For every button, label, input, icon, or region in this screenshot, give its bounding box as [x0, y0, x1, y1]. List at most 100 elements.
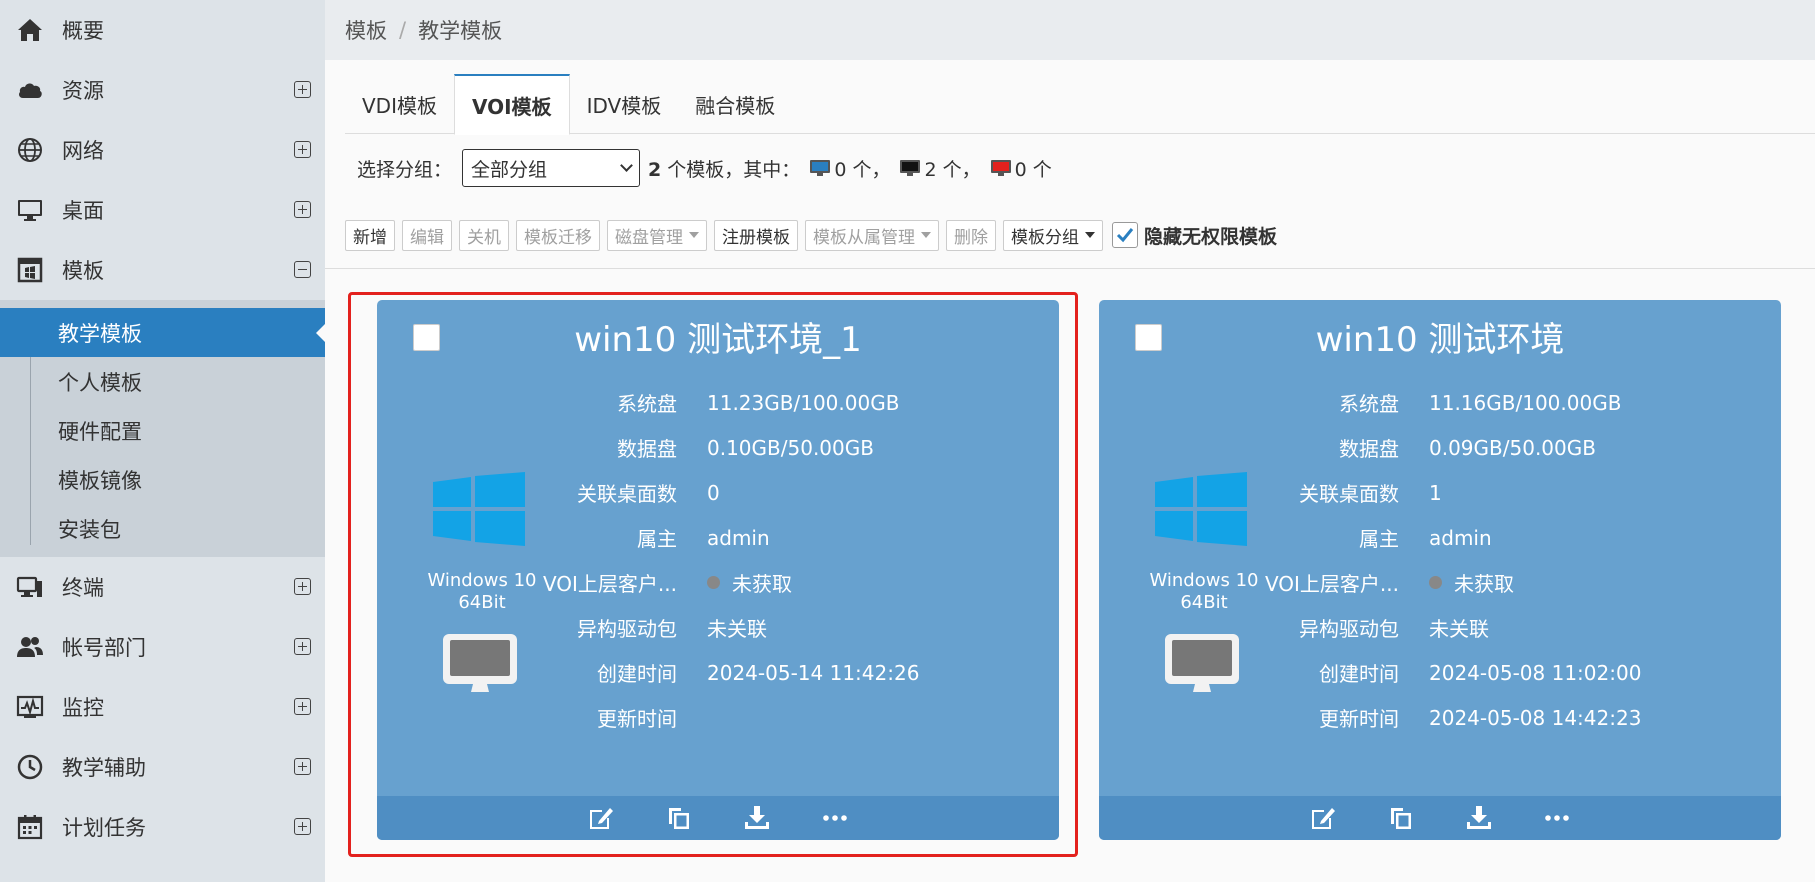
monitor-chart-icon	[14, 691, 46, 723]
sidebar: 概要 资源 网络 桌面 模板 教学模板 个人模板 硬件配置 模板镜像 安装包 终…	[0, 0, 325, 882]
info-row: 系统盘 11.23GB/100.00GB	[527, 380, 899, 425]
info-row: 系统盘 11.16GB/100.00GB	[1249, 380, 1621, 425]
download-icon[interactable]	[743, 804, 771, 832]
home-icon	[14, 14, 46, 46]
sidebar-item-network[interactable]: 网络	[0, 120, 325, 180]
group-filter: 选择分组： 全部分组 2 个模板，其中： 0 个， 2 个， 0 个	[357, 149, 1052, 187]
sidebar-item-label: 网络	[62, 139, 104, 163]
tab-fusion[interactable]: 融合模板	[678, 74, 792, 134]
users-icon	[14, 631, 46, 663]
sidebar-item-teaching-assist[interactable]: 教学辅助	[0, 737, 325, 797]
updated-label: 更新时间	[1319, 707, 1399, 731]
template-tabs: VDI模板 VOI模板 IDV模板 融合模板	[345, 74, 1815, 135]
created-value: 2024-05-14 11:42:26	[707, 660, 920, 685]
copy-icon[interactable]	[665, 804, 693, 832]
card-title: win10 测试环境_1	[574, 320, 862, 360]
more-icon[interactable]	[821, 804, 849, 832]
collapse-icon[interactable]	[294, 261, 311, 278]
breadcrumb-current: 教学模板	[418, 19, 503, 43]
expand-icon[interactable]	[294, 578, 311, 595]
sidebar-item-label: 终端	[62, 576, 104, 600]
created-value: 2024-05-08 11:02:00	[1429, 660, 1642, 685]
voi-client-label: VOI上层客户...	[542, 572, 677, 596]
divider	[325, 268, 1815, 269]
sub-manage-label: 模板从属管理	[813, 227, 915, 248]
disk-manage-button[interactable]: 磁盘管理	[607, 219, 707, 251]
edit-icon[interactable]	[587, 804, 615, 832]
template-card[interactable]: win10 测试环境_1 Windows 10 64Bit 系统盘 11.23G…	[377, 300, 1059, 840]
new-button[interactable]: 新增	[345, 219, 395, 251]
copy-icon[interactable]	[1387, 804, 1415, 832]
hide-unauthorized-label: 隐藏无权限模板	[1144, 225, 1278, 248]
expand-icon[interactable]	[294, 201, 311, 218]
expand-icon[interactable]	[294, 141, 311, 158]
tab-vdi[interactable]: VDI模板	[345, 74, 454, 134]
expand-icon[interactable]	[294, 758, 311, 775]
monitor-icon	[14, 194, 46, 226]
status-dot-icon	[1429, 576, 1442, 589]
shutdown-button[interactable]: 关机	[459, 219, 509, 251]
globe-icon	[14, 134, 46, 166]
more-icon[interactable]	[1543, 804, 1571, 832]
expand-icon[interactable]	[294, 638, 311, 655]
subnav-item-install-package[interactable]: 安装包	[0, 504, 325, 553]
sidebar-item-accounts[interactable]: 帐号部门	[0, 617, 325, 677]
sidebar-item-scheduled-tasks[interactable]: 计划任务	[0, 797, 325, 857]
red-count: 0 个	[1014, 158, 1052, 181]
clock-icon	[14, 751, 46, 783]
updated-label: 更新时间	[597, 707, 677, 731]
download-icon[interactable]	[1465, 804, 1493, 832]
status-dot-icon	[707, 576, 720, 589]
group-select[interactable]: 全部分组	[462, 149, 641, 187]
info-row: 异构驱动包 未关联	[527, 605, 767, 650]
template-group-button[interactable]: 模板分组	[1003, 219, 1103, 251]
expand-icon[interactable]	[294, 81, 311, 98]
black-monitor-icon	[900, 160, 921, 176]
toolbar: 新增 编辑 关机 模板迁移 磁盘管理 注册模板 模板从属管理 删除 模板分组 隐…	[345, 219, 1277, 251]
driver-value: 未关联	[707, 617, 767, 641]
updated-value: 2024-05-08 14:42:23	[1429, 705, 1642, 730]
caret-down-icon	[1085, 232, 1095, 238]
voi-client-status: 未获取	[732, 572, 792, 596]
sidebar-item-desktop[interactable]: 桌面	[0, 180, 325, 240]
template-group-label: 模板分组	[1011, 227, 1079, 248]
expand-icon[interactable]	[294, 818, 311, 835]
hide-unauthorized-toggle[interactable]: 隐藏无权限模板	[1112, 222, 1277, 249]
tab-idv[interactable]: IDV模板	[570, 74, 679, 134]
subnav-item-personal-template[interactable]: 个人模板	[0, 357, 325, 406]
tab-voi[interactable]: VOI模板	[453, 74, 570, 135]
sidebar-item-monitoring[interactable]: 监控	[0, 677, 325, 737]
subnav-item-hardware-config[interactable]: 硬件配置	[0, 406, 325, 455]
system-disk-value: 11.16GB/100.00GB	[1429, 390, 1622, 415]
sidebar-item-template[interactable]: 模板	[0, 240, 325, 300]
edit-button[interactable]: 编辑	[402, 219, 452, 251]
subnav-item-template-image[interactable]: 模板镜像	[0, 455, 325, 504]
desktops-value: 1	[1429, 480, 1442, 505]
expand-icon[interactable]	[294, 698, 311, 715]
migrate-button[interactable]: 模板迁移	[516, 219, 600, 251]
hide-unauthorized-checkbox[interactable]	[1112, 222, 1138, 248]
info-row: VOI上层客户... 未获取	[527, 560, 792, 605]
blue-count: 0 个，	[834, 158, 891, 181]
sidebar-item-resources[interactable]: 资源	[0, 60, 325, 120]
black-count: 2 个，	[924, 158, 981, 181]
sidebar-item-overview[interactable]: 概要	[0, 0, 325, 60]
subnav-item-teaching-template[interactable]: 教学模板	[0, 308, 325, 357]
blue-monitor-icon	[810, 160, 831, 176]
sidebar-item-terminal[interactable]: 终端	[0, 557, 325, 617]
template-card[interactable]: win10 测试环境 Windows 10 64Bit 系统盘 11.16GB/…	[1099, 300, 1781, 840]
voi-client-label: VOI上层客户...	[1264, 572, 1399, 596]
register-template-button[interactable]: 注册模板	[714, 219, 798, 251]
data-disk-label: 数据盘	[617, 437, 677, 461]
calendar-icon	[14, 811, 46, 843]
sub-manage-button[interactable]: 模板从属管理	[805, 219, 939, 251]
voi-client-value: 未获取	[1429, 568, 1514, 597]
info-row: 数据盘 0.10GB/50.00GB	[527, 425, 874, 470]
breadcrumb-root[interactable]: 模板	[345, 15, 387, 45]
checkmark-icon	[1116, 228, 1134, 243]
edit-icon[interactable]	[1309, 804, 1337, 832]
sidebar-item-label: 计划任务	[62, 816, 146, 840]
info-row: 属主 admin	[527, 515, 770, 560]
system-disk-label: 系统盘	[1339, 392, 1399, 416]
delete-button[interactable]: 删除	[946, 219, 996, 251]
